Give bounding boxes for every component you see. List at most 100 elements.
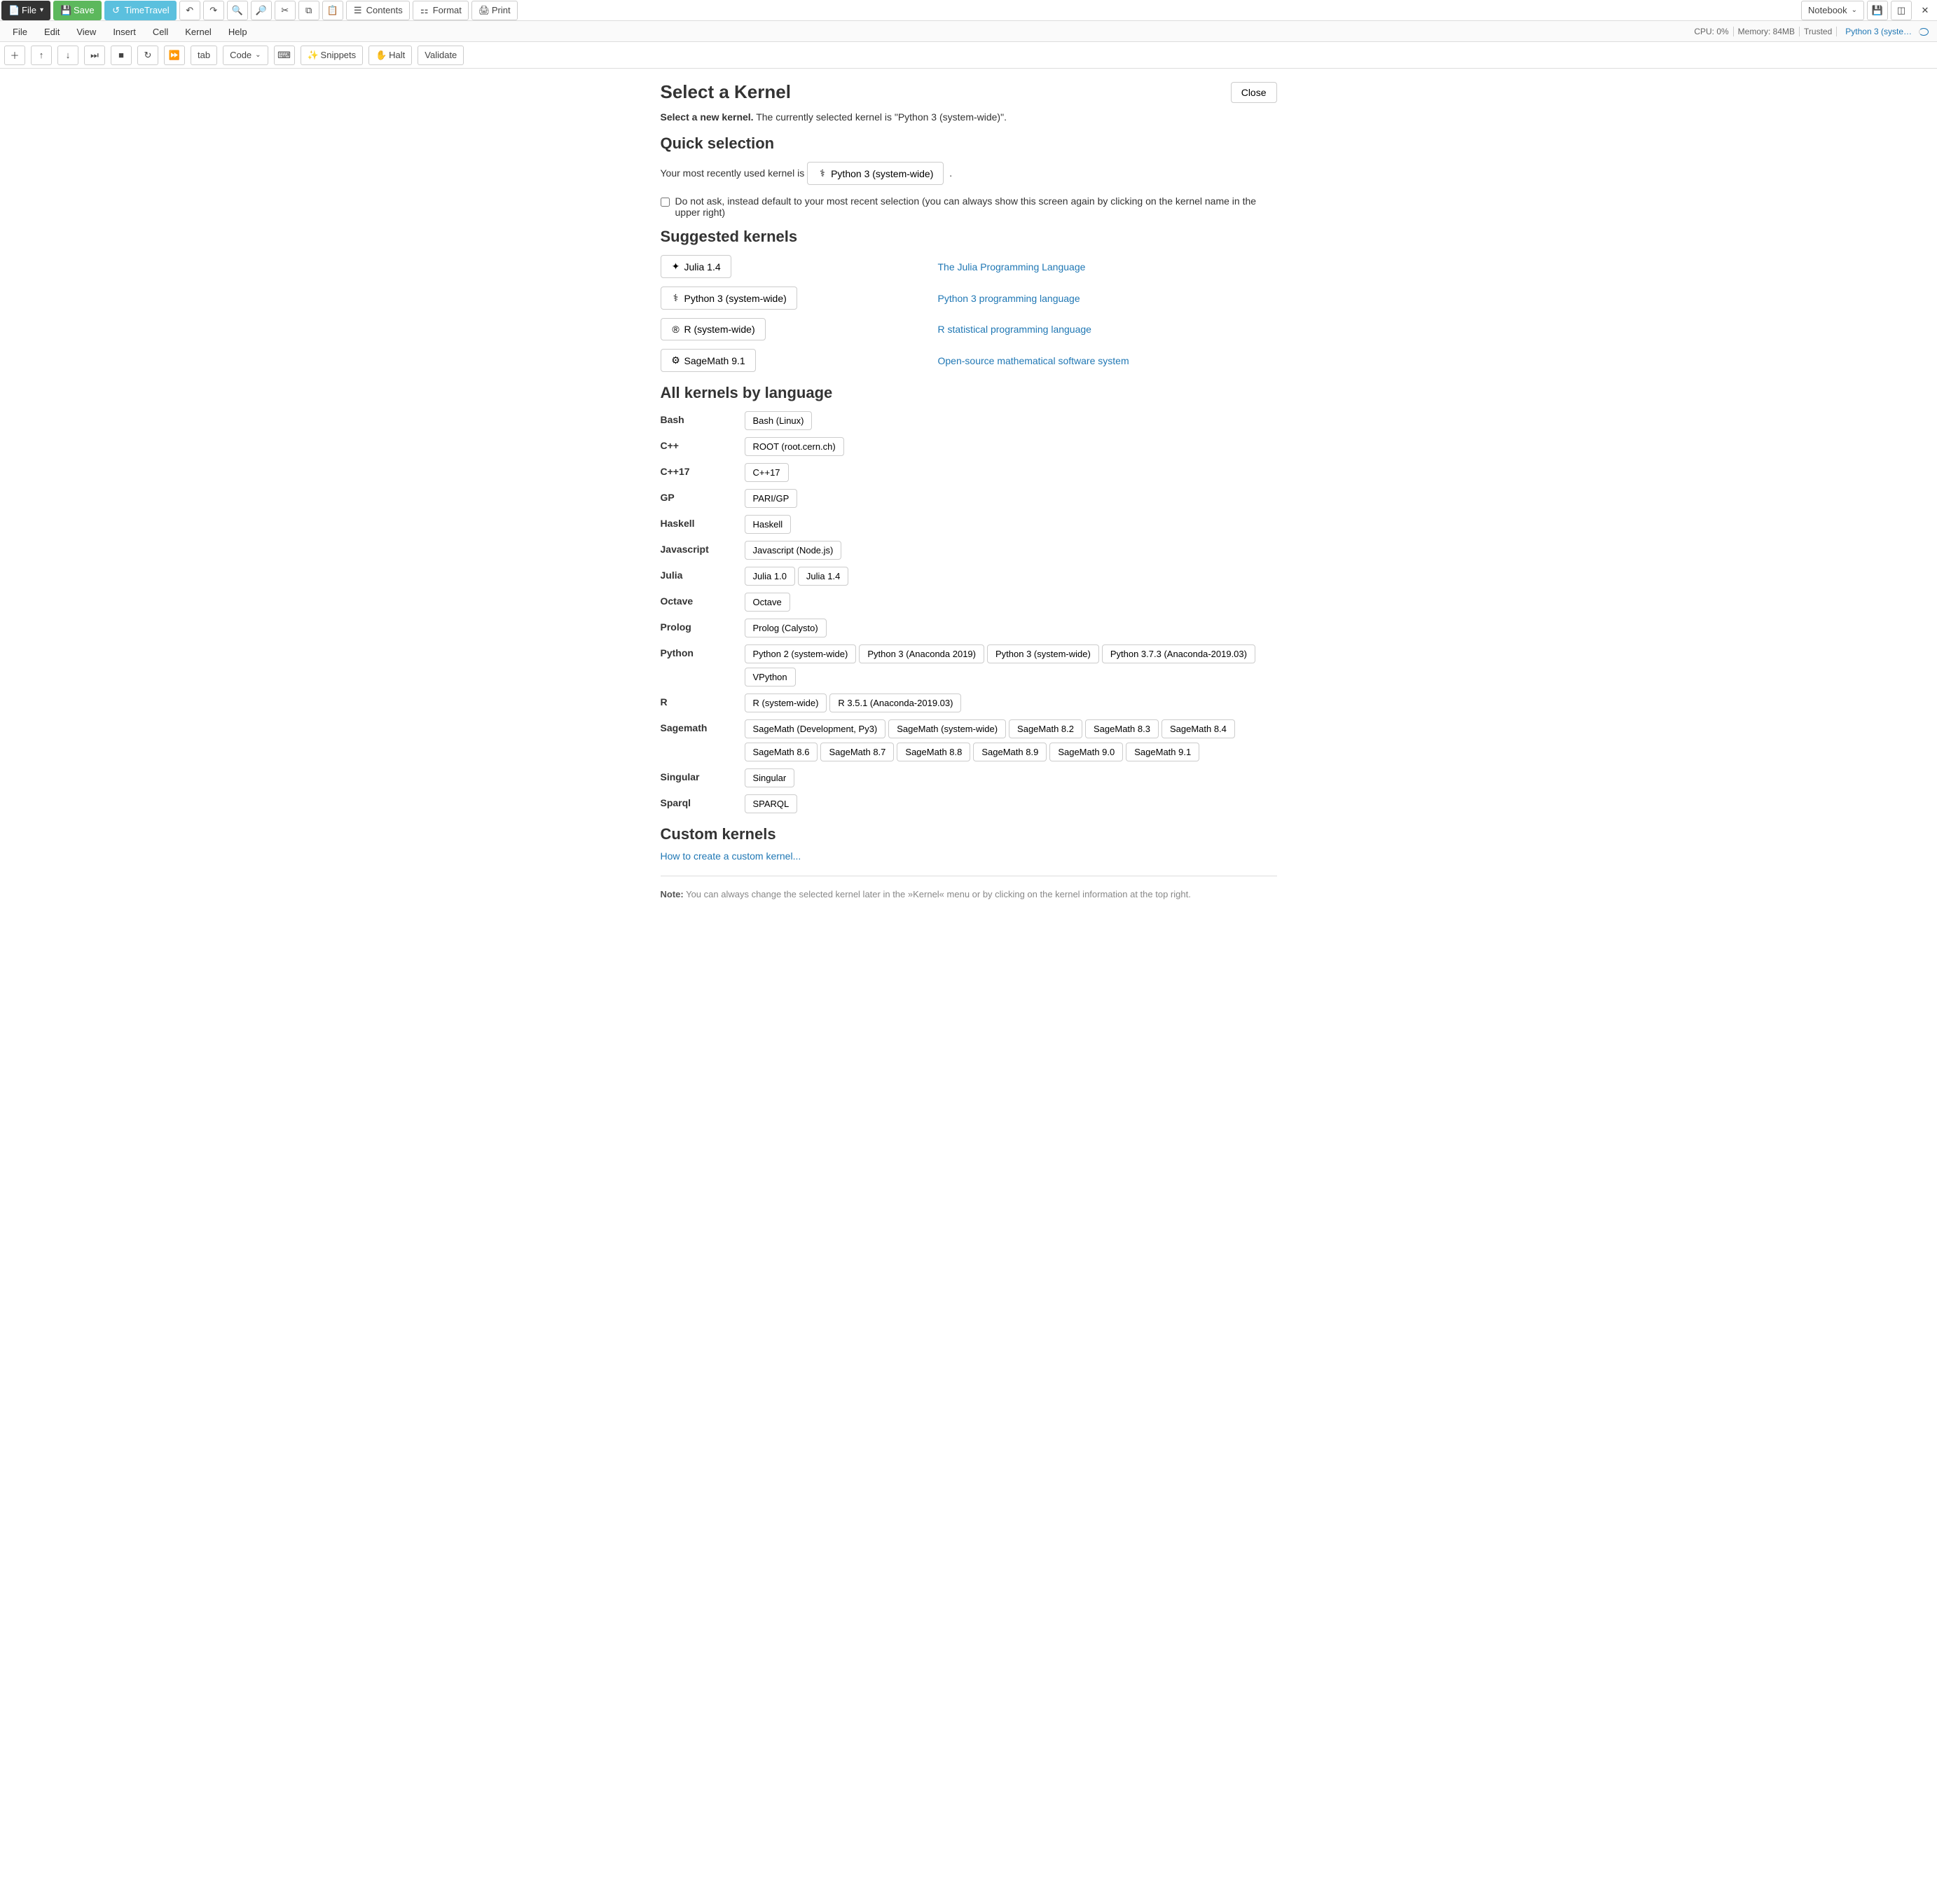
kernel-button[interactable]: Python 3 (Anaconda 2019) [859,644,984,663]
language-row: PrologProlog (Calysto) [661,616,1277,640]
menu-help[interactable]: Help [220,24,256,40]
zoom-in-button[interactable]: 🔎 [251,1,272,20]
restart-button[interactable]: ↻ [137,46,158,65]
menu-insert[interactable]: Insert [104,24,144,40]
step-icon: ⏭ [90,50,99,61]
suggested-kernel-link[interactable]: Python 3 programming language [938,293,1277,304]
kernel-button[interactable]: SageMath 8.9 [973,743,1047,761]
stop-button[interactable]: ■ [111,46,132,65]
suggested-kernel-button[interactable]: ✦Julia 1.4 [661,255,731,278]
language-kernels: SPARQL [745,792,1277,815]
paste-button[interactable]: 📋 [322,1,343,20]
tab-button[interactable]: tab [191,46,217,65]
cell-type-dropdown[interactable]: Code⌄ [223,46,268,65]
contents-button[interactable]: ☰Contents [346,1,410,20]
file-icon: 📄 [8,5,18,16]
close-panel-button[interactable]: Close [1231,82,1277,103]
kernel-button[interactable]: Singular [745,768,795,787]
redo-button[interactable]: ↷ [203,1,224,20]
kernel-button[interactable]: Bash (Linux) [745,411,813,430]
suggested-row: ⚕Python 3 (system-wide) Python 3 programm… [661,284,1277,312]
halt-button[interactable]: ✋Halt [368,46,412,65]
keyboard-button[interactable]: ⌨ [274,46,295,65]
menu-kernel[interactable]: Kernel [177,24,220,40]
kernel-button[interactable]: Python 3 (system-wide) [987,644,1099,663]
close-button[interactable]: ✕ [1915,1,1936,20]
language-name: Prolog [661,616,745,640]
snippets-button[interactable]: ✨Snippets [301,46,364,65]
kernel-button[interactable]: Octave [745,593,790,612]
keyboard-icon: ⌨ [277,50,291,61]
kernel-button[interactable]: SageMath 8.4 [1161,719,1235,738]
kernel-button[interactable]: Haskell [745,515,792,534]
kernel-button[interactable]: SageMath 8.3 [1085,719,1159,738]
menu-view[interactable]: View [68,24,104,40]
kernel-button[interactable]: SageMath 8.7 [820,743,894,761]
kernel-button[interactable]: PARI/GP [745,489,798,508]
format-button[interactable]: ⚏Format [413,1,469,20]
menu-file[interactable]: File [4,24,36,40]
language-kernels: Haskell [745,513,1277,536]
kernel-button[interactable]: Python 3.7.3 (Anaconda-2019.03) [1102,644,1255,663]
kernel-button[interactable]: R 3.5.1 (Anaconda-2019.03) [829,694,961,712]
kernel-button[interactable]: SPARQL [745,794,798,813]
timetravel-button[interactable]: ↺TimeTravel [104,1,177,20]
kernel-button[interactable]: SageMath 8.8 [897,743,970,761]
kernel-button[interactable]: Python 2 (system-wide) [745,644,857,663]
menu-cell[interactable]: Cell [144,24,177,40]
add-cell-button[interactable]: ＋ [4,46,25,65]
kernel-button[interactable]: Javascript (Node.js) [745,541,842,560]
suggested-heading: Suggested kernels [661,228,1277,246]
suggested-kernel-button[interactable]: ®R (system-wide) [661,318,766,340]
kernel-button[interactable]: VPython [745,668,796,687]
run-all-button[interactable]: ⏩ [164,46,185,65]
kernel-button[interactable]: SageMath 8.2 [1009,719,1082,738]
kernel-button[interactable]: Julia 1.0 [745,567,795,586]
kernel-button[interactable]: Prolog (Calysto) [745,619,827,637]
kernel-button[interactable]: C++17 [745,463,789,482]
kernel-button[interactable]: R (system-wide) [745,694,827,712]
custom-kernel-link[interactable]: How to create a custom kernel... [661,850,1277,862]
zoom-out-button[interactable]: 🔍 [227,1,248,20]
save-icon-button[interactable]: 💾 [1867,1,1888,20]
recent-kernel-button[interactable]: ⚕Python 3 (system-wide) [807,162,944,185]
kernel-indicator[interactable]: Python 3 (syste… [1836,27,1933,36]
file-dropdown[interactable]: 📄File▾ [1,1,50,20]
language-kernels: SageMath (Development, Py3)SageMath (sys… [745,717,1277,764]
move-down-button[interactable]: ↓ [57,46,78,65]
save-button[interactable]: 💾Save [53,1,102,20]
validate-button[interactable]: Validate [418,46,464,65]
suggested-kernel-link[interactable]: The Julia Programming Language [938,261,1277,273]
language-name: Javascript [661,539,745,562]
kernel-button[interactable]: ROOT (root.cern.ch) [745,437,844,456]
language-row: PythonPython 2 (system-wide)Python 3 (An… [661,642,1277,689]
all-kernels-heading: All kernels by language [661,384,1277,402]
copy-button[interactable]: ⧉ [298,1,319,20]
language-kernels: Singular [745,766,1277,789]
split-view-button[interactable]: ◫ [1891,1,1912,20]
default-kernel-checkbox[interactable] [661,198,670,207]
move-up-button[interactable]: ↑ [31,46,52,65]
language-name: R [661,691,745,715]
recent-kernel-row: Your most recently used kernel is ⚕Pytho… [661,160,1277,187]
language-kernels: Bash (Linux) [745,409,1277,432]
kernel-button[interactable]: SageMath 9.1 [1126,743,1199,761]
suggested-kernel-button[interactable]: ⚙SageMath 9.1 [661,349,756,372]
suggested-kernel-button[interactable]: ⚕Python 3 (system-wide) [661,287,797,310]
suggested-kernel-link[interactable]: Open-source mathematical software system [938,355,1277,366]
kernel-button[interactable]: SageMath 9.0 [1049,743,1123,761]
status-bar: CPU: 0% Memory: 84MB Trusted Python 3 (s… [1690,27,1933,36]
print-button[interactable]: 🖨Print [471,1,518,20]
kernel-button[interactable]: SageMath (system-wide) [888,719,1006,738]
run-button[interactable]: ⏭ [84,46,105,65]
menu-edit[interactable]: Edit [36,24,68,40]
caret-down-icon: ▾ [40,6,43,14]
kernel-button[interactable]: SageMath (Development, Py3) [745,719,886,738]
suggested-kernel-link[interactable]: R statistical programming language [938,324,1277,335]
cut-button[interactable]: ✂ [275,1,296,20]
language-name: Python [661,642,745,689]
undo-button[interactable]: ↶ [179,1,200,20]
kernel-button[interactable]: Julia 1.4 [798,567,848,586]
kernel-button[interactable]: SageMath 8.6 [745,743,818,761]
notebook-dropdown[interactable]: Notebook⌄ [1801,1,1864,20]
